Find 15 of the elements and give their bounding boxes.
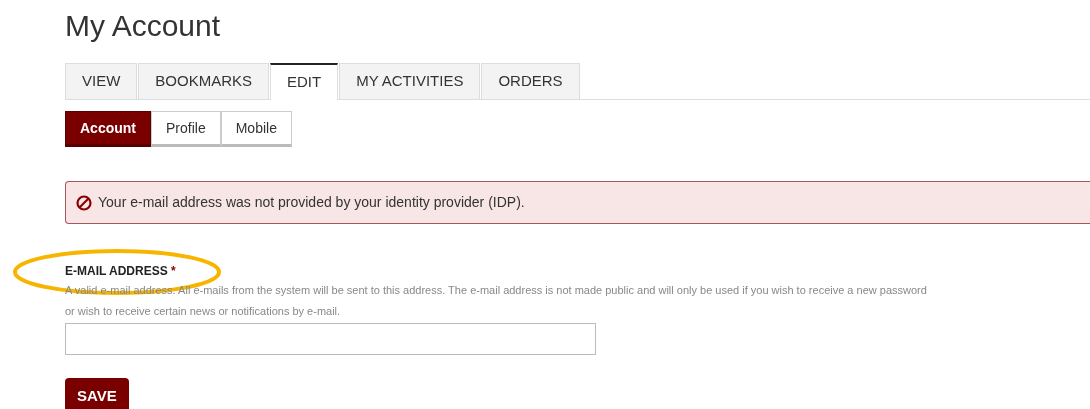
- field-description: or wish to receive certain news or notifications by e-mail.: [65, 304, 342, 319]
- alert-message: Your e-mail address was not provided by your identity provider (IDP).: [98, 193, 525, 212]
- subtab[interactable]: Account: [65, 111, 151, 147]
- tab[interactable]: EDIT: [270, 63, 339, 100]
- subtab[interactable]: Mobile: [220, 111, 292, 147]
- save-button[interactable]: SAVE: [65, 378, 129, 409]
- tab[interactable]: MY ACTIVITIES: [339, 63, 481, 99]
- page-title: My Account: [65, 8, 222, 44]
- subtab[interactable]: Profile: [151, 111, 221, 147]
- field-label: E-MAIL ADDRESS *: [65, 263, 177, 280]
- error-icon: [76, 194, 92, 211]
- tab[interactable]: BOOKMARKS: [138, 63, 270, 99]
- tab[interactable]: VIEW: [65, 63, 138, 99]
- tab[interactable]: ORDERS: [481, 63, 580, 99]
- input-field[interactable]: [65, 323, 596, 355]
